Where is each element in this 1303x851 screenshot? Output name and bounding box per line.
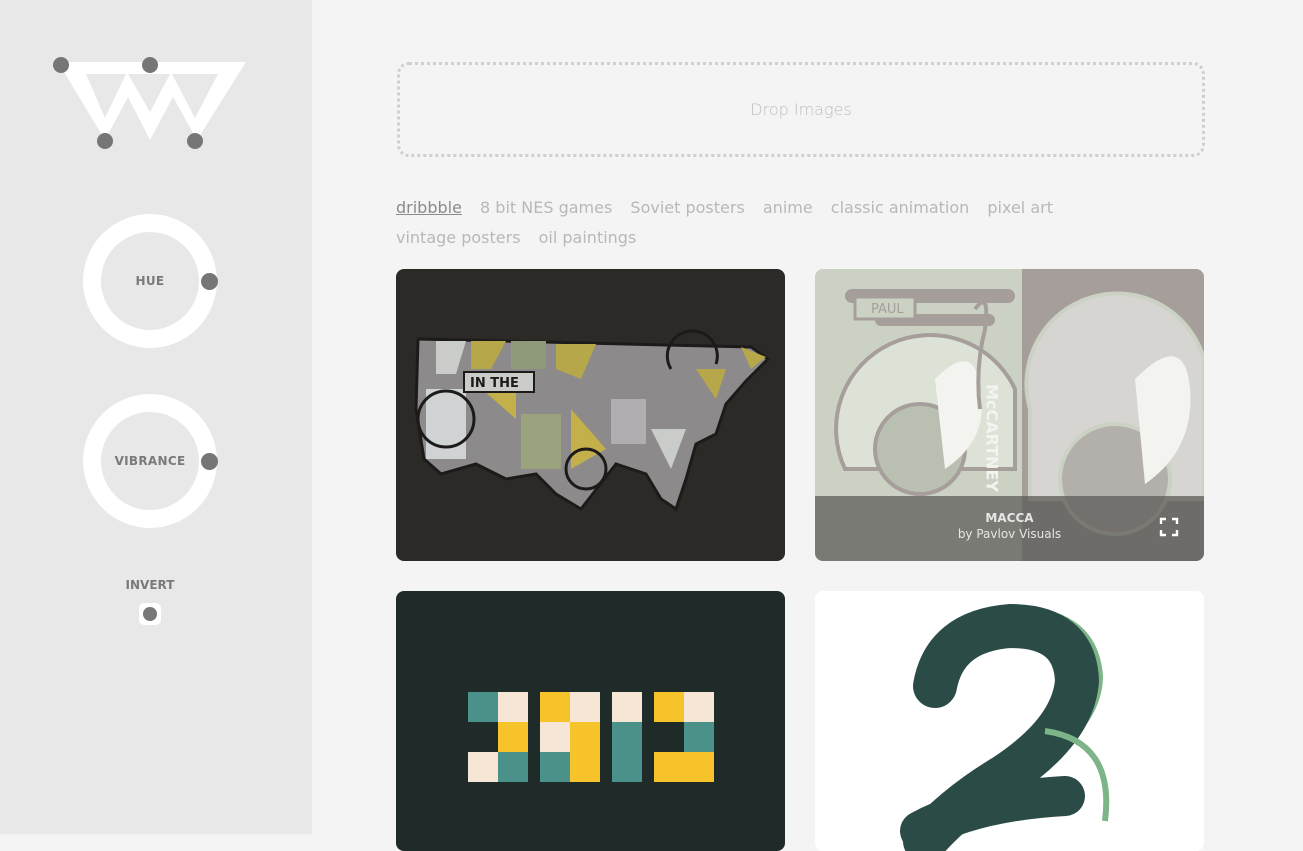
vibrance-label: VIBRANCE [114,454,186,468]
tag-anime[interactable]: anime [763,198,813,217]
hue-knob[interactable]: HUE [81,212,219,350]
macca-caption-overlay: MACCA by Pavlov Visuals [815,496,1204,561]
svg-text:IN THE: IN THE [470,376,519,391]
tag-oil-paintings[interactable]: oil paintings [539,228,637,247]
tag-pixel-art[interactable]: pixel art [987,198,1053,217]
invert-toggle[interactable] [139,603,161,625]
drop-images-label: Drop Images [750,100,852,119]
number-2-brush-artwork-image [900,603,1110,851]
tag-soviet-posters[interactable]: Soviet posters [630,198,744,217]
sidebar: HUE VIBRANCE INVERT [0,0,312,834]
tag-vintage-posters[interactable]: vintage posters [396,228,521,247]
2017-artwork-image [468,692,714,782]
macca-author: by Pavlov Visuals [957,527,1062,541]
logo-icon [53,57,246,149]
gallery-item-usa-map[interactable]: IN THE [396,269,785,561]
tag-dribbble[interactable]: dribbble [396,198,462,217]
hue-handle[interactable] [201,273,218,290]
drop-images-zone[interactable]: Drop Images [397,62,1205,157]
svg-text:PAUL: PAUL [871,302,904,317]
invert-toggle-dot [143,607,157,621]
svg-text:McCARTNEY: McCARTNEY [983,384,1002,492]
gallery-item-macca[interactable]: PAUL McCARTNEY MACCA by Pavlov Visuals [815,269,1204,561]
invert-label: INVERT [125,578,175,592]
fullscreen-icon[interactable] [1159,517,1179,537]
tag-classic-animation[interactable]: classic animation [831,198,969,217]
vibrance-knob[interactable]: VIBRANCE [81,392,219,530]
usa-map-artwork-image: IN THE [414,329,771,512]
gallery-item-2017[interactable] [396,591,785,851]
category-tags: dribbble 8 bit NES games Soviet posters … [396,193,1206,253]
vibrance-handle[interactable] [201,453,218,470]
macca-title: MACCA [985,511,1034,525]
hue-label: HUE [135,274,165,288]
tag-8-bit-nes-games[interactable]: 8 bit NES games [480,198,612,217]
gallery-item-number-2[interactable] [815,591,1204,851]
